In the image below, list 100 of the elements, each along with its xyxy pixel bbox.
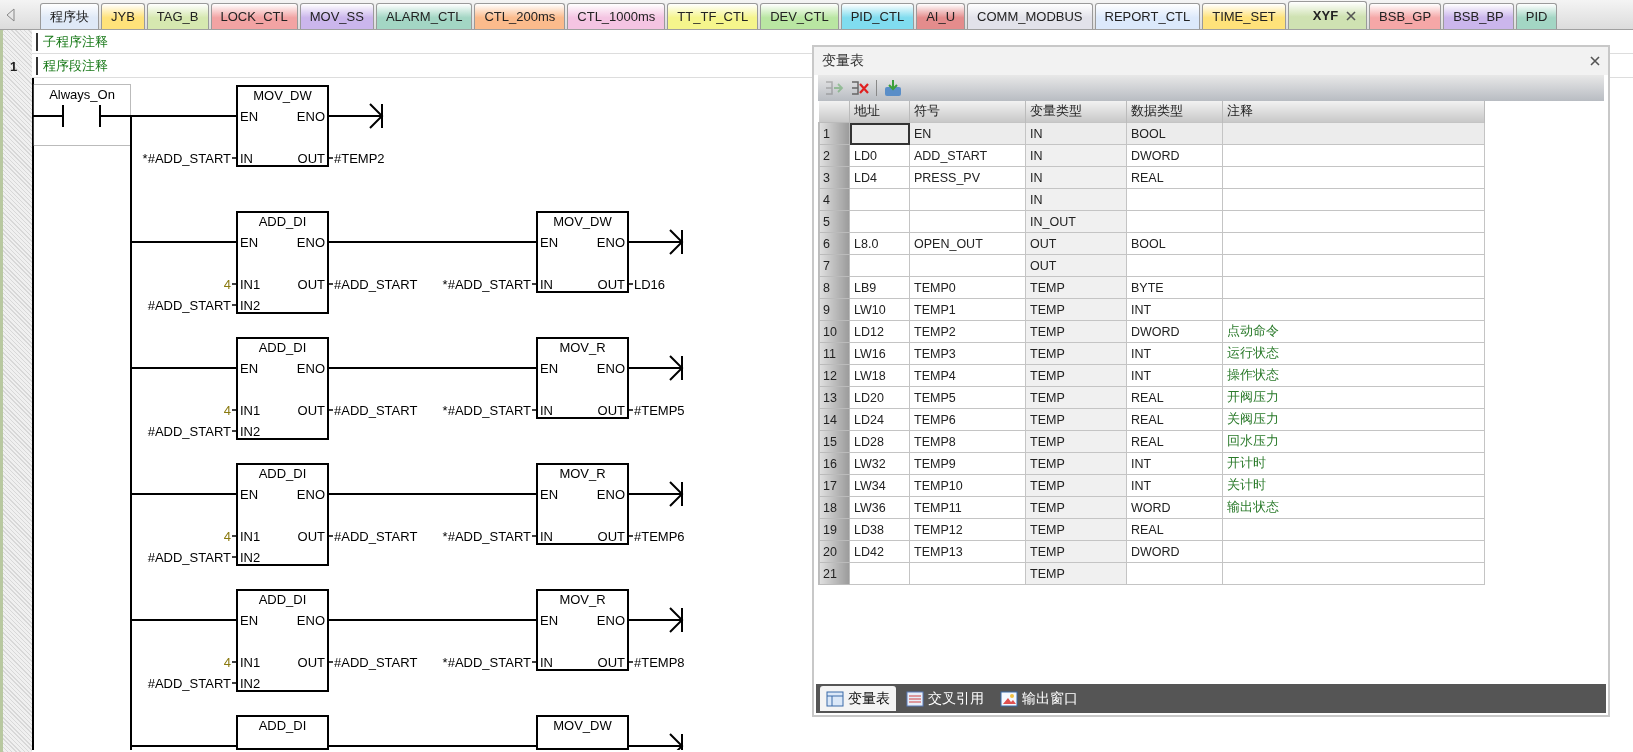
comment-cell[interactable] (1222, 254, 1485, 277)
symbol-cell[interactable]: PRESS_PV (909, 166, 1026, 189)
data-type-cell[interactable] (1126, 562, 1223, 585)
comment-cell[interactable] (1222, 144, 1485, 167)
data-type-cell[interactable]: INT (1126, 298, 1223, 321)
function-block[interactable] (236, 337, 329, 440)
symbol-cell[interactable]: TEMP5 (909, 386, 1026, 409)
function-block[interactable] (236, 85, 329, 167)
address-cell[interactable]: LD24 (849, 408, 910, 431)
address-cell[interactable] (849, 210, 910, 233)
data-type-cell[interactable]: DWORD (1126, 540, 1223, 563)
comment-cell[interactable] (1222, 298, 1485, 321)
data-type-cell[interactable]: BOOL (1126, 232, 1223, 255)
contact-symbol[interactable] (32, 104, 132, 128)
address-cell[interactable]: LD12 (849, 320, 910, 343)
function-block[interactable] (236, 715, 329, 750)
column-header[interactable]: 地址 (849, 101, 910, 123)
comment-cell[interactable] (1222, 188, 1485, 211)
address-cell[interactable]: LW18 (849, 364, 910, 387)
data-type-cell[interactable]: REAL (1126, 166, 1223, 189)
file-tab[interactable]: AI_U (916, 3, 966, 29)
function-block[interactable] (236, 211, 329, 314)
row-number[interactable]: 1 (818, 122, 850, 145)
row-number[interactable]: 14 (818, 408, 850, 431)
row-number[interactable]: 5 (818, 210, 850, 233)
data-type-cell[interactable]: INT (1126, 342, 1223, 365)
comment-cell[interactable]: 关计时 (1222, 474, 1485, 497)
delete-row-icon[interactable] (850, 79, 870, 97)
data-type-cell[interactable]: INT (1126, 452, 1223, 475)
address-cell[interactable]: LD20 (849, 386, 910, 409)
row-number[interactable]: 10 (818, 320, 850, 343)
symbol-cell[interactable]: TEMP2 (909, 320, 1026, 343)
address-cell[interactable] (849, 122, 910, 145)
file-tab[interactable]: TAG_B (146, 3, 209, 29)
address-cell[interactable]: L8.0 (849, 232, 910, 255)
data-type-cell[interactable]: REAL (1126, 430, 1223, 453)
file-tab[interactable]: BSB_GP (1369, 3, 1442, 29)
column-header[interactable]: 变量类型 (1025, 101, 1127, 123)
row-number[interactable]: 15 (818, 430, 850, 453)
row-number[interactable]: 11 (818, 342, 850, 365)
symbol-cell[interactable]: TEMP13 (909, 540, 1026, 563)
address-cell[interactable]: LD28 (849, 430, 910, 453)
symbol-cell[interactable]: EN (909, 122, 1026, 145)
file-tab[interactable]: TIME_SET (1202, 3, 1286, 29)
symbol-cell[interactable]: TEMP3 (909, 342, 1026, 365)
address-cell[interactable]: LD4 (849, 166, 910, 189)
symbol-cell[interactable]: OPEN_OUT (909, 232, 1026, 255)
comment-cell[interactable] (1222, 562, 1485, 585)
symbol-cell[interactable]: TEMP1 (909, 298, 1026, 321)
panel-tab[interactable]: 交叉引用 (900, 686, 990, 711)
data-type-cell[interactable]: REAL (1126, 386, 1223, 409)
row-number[interactable]: 3 (818, 166, 850, 189)
file-tab[interactable]: REPORT_CTL (1094, 3, 1201, 29)
row-number[interactable]: 21 (818, 562, 850, 585)
close-icon[interactable] (1346, 10, 1357, 21)
column-header[interactable]: 符号 (909, 101, 1026, 123)
comment-cell[interactable]: 开计时 (1222, 452, 1485, 475)
file-tab[interactable]: DEV_CTL (760, 3, 839, 29)
comment-cell[interactable] (1222, 540, 1485, 563)
file-tab[interactable]: ALARM_CTL (375, 3, 473, 29)
data-type-cell[interactable] (1126, 254, 1223, 277)
comment-cell[interactable] (1222, 518, 1485, 541)
row-number[interactable]: 8 (818, 276, 850, 299)
comment-cell[interactable]: 操作状态 (1222, 364, 1485, 387)
file-tab[interactable]: TT_TF_CTL (667, 3, 759, 29)
row-number[interactable]: 12 (818, 364, 850, 387)
row-number[interactable]: 18 (818, 496, 850, 519)
address-cell[interactable] (849, 562, 910, 585)
file-tab[interactable]: COMM_MODBUS (967, 3, 1093, 29)
panel-tab[interactable]: 变量表 (820, 686, 896, 711)
address-cell[interactable]: LW32 (849, 452, 910, 475)
comment-cell[interactable]: 输出状态 (1222, 496, 1485, 519)
row-number[interactable]: 20 (818, 540, 850, 563)
address-cell[interactable]: LB9 (849, 276, 910, 299)
comment-cell[interactable] (1222, 166, 1485, 189)
symbol-cell[interactable]: TEMP11 (909, 496, 1026, 519)
symbol-cell[interactable] (909, 210, 1026, 233)
data-type-cell[interactable]: BYTE (1126, 276, 1223, 299)
comment-cell[interactable]: 开阀压力 (1222, 386, 1485, 409)
comment-cell[interactable] (1222, 232, 1485, 255)
variable-type-cell[interactable]: IN (1025, 122, 1127, 145)
row-number[interactable]: 4 (818, 188, 850, 211)
data-type-cell[interactable]: INT (1126, 364, 1223, 387)
symbol-cell[interactable]: TEMP12 (909, 518, 1026, 541)
row-number[interactable]: 2 (818, 144, 850, 167)
file-tab[interactable]: MOV_SS (299, 3, 374, 29)
file-tab[interactable]: BSB_BP (1443, 3, 1514, 29)
comment-cell[interactable] (1222, 122, 1485, 145)
address-cell[interactable]: LW10 (849, 298, 910, 321)
symbol-cell[interactable]: TEMP4 (909, 364, 1026, 387)
data-type-cell[interactable]: REAL (1126, 518, 1223, 541)
symbol-cell[interactable]: TEMP8 (909, 430, 1026, 453)
close-icon[interactable] (1590, 56, 1600, 66)
data-type-cell[interactable] (1126, 188, 1223, 211)
symbol-cell[interactable]: TEMP6 (909, 408, 1026, 431)
address-cell[interactable]: LD38 (849, 518, 910, 541)
data-type-cell[interactable]: REAL (1126, 408, 1223, 431)
symbol-cell[interactable] (909, 188, 1026, 211)
row-number[interactable]: 17 (818, 474, 850, 497)
file-tab[interactable]: JYB (101, 3, 145, 29)
